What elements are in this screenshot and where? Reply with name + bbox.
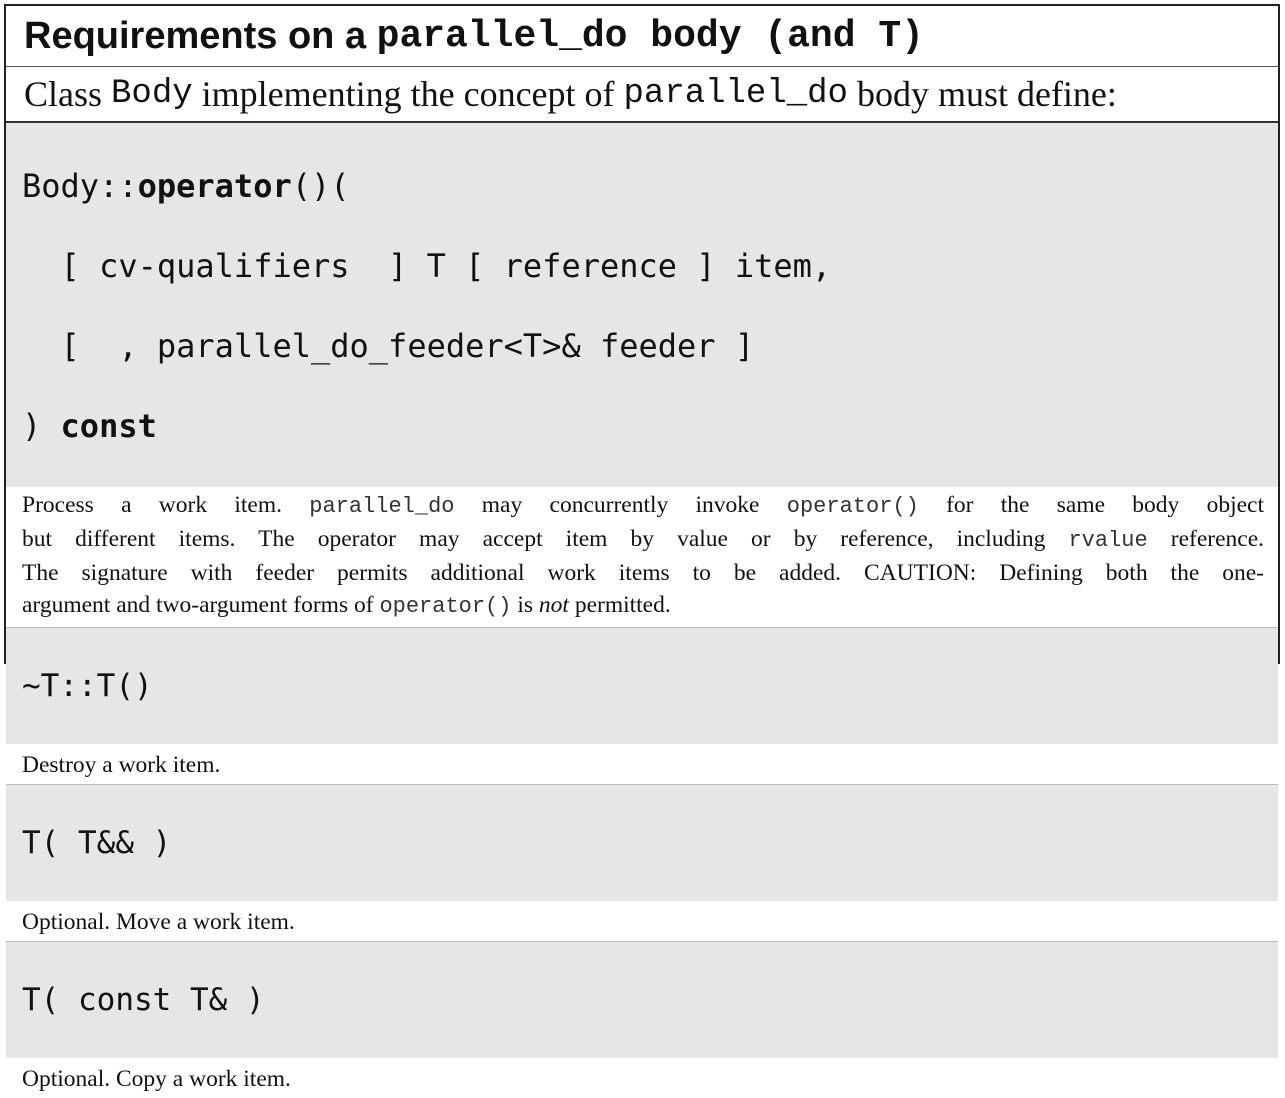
intro-code-parallel-do: parallel_do [623,75,848,113]
desc-text: may concurrently invoke [454,492,787,518]
desc-emphasis: not [538,592,569,618]
desc-text: is [511,592,539,618]
move-ctor-signature: T( T&& ) [6,785,1278,901]
desc-text: for the same body object [918,492,1264,518]
operator-description-line-1: Process a work item. parallel_do may con… [22,489,1264,523]
desc-text: reference. [1147,526,1265,552]
destructor-description: Destroy a work item. [6,744,1278,785]
desc-code: operator() [786,494,919,519]
sig-keyword-operator: operator [137,167,292,205]
copy-ctor-description: Optional. Copy a work item. [22,1066,291,1092]
copy-ctor-signature-text: T( const T& ) [22,982,265,1018]
operator-signature-line-4: ) const [22,405,1278,447]
operator-description: Process a work item. parallel_do may con… [6,487,1278,628]
move-ctor-description: Optional. Move a work item. [6,901,1278,942]
desc-text: permitted. [568,592,671,618]
requirements-table: Requirements on a parallel_do body (and … [4,4,1280,1092]
desc-code: operator() [379,594,512,619]
sig-close: ) [22,407,61,445]
intro-text-1: Class [24,74,112,114]
desc-code: parallel_do [309,494,455,519]
destructor-signature: ~T::T() [6,628,1278,744]
operator-signature-line-1: Body::operator()( [22,165,1278,207]
operator-description-line-3: The signature with feeder permits additi… [22,560,1264,586]
intro-text-2: implementing the concept of [192,74,624,114]
desc-code: rvalue [1068,528,1148,553]
operator-signature-line-2: [ cv-qualifiers ] T [ reference ] item, [22,247,832,285]
sig-prefix: Body:: [22,167,138,205]
table-title: Requirements on a parallel_do body (and … [6,6,1278,66]
operator-description-line-4: argument and two-argument forms of opera… [22,589,1264,623]
operator-signature-line-3: [ , parallel_do_feeder<T>& feeder ] [22,327,755,365]
desc-text: argument and two-argument forms of [22,592,380,618]
table-intro: Class Body implementing the concept of p… [6,66,1278,123]
title-suffix: (and T) [741,14,924,58]
sig-keyword-const: const [60,407,157,445]
destructor-signature-text: ~T::T() [22,668,153,704]
title-code: parallel_do body [376,14,742,58]
title-prefix: Requirements on a [24,14,377,57]
sig-parens: ()( [291,167,350,205]
desc-text: Process a work item. [22,492,310,518]
operator-description-line-2: but different items. The operator may ac… [22,523,1264,557]
intro-text-3: body must define: [847,74,1117,114]
move-ctor-signature-text: T( T&& ) [22,825,172,861]
operator-signature: Body::operator()( [ cv-qualifiers ] T [ … [6,123,1278,487]
intro-code-body: Body [111,75,193,113]
desc-text: but different items. The operator may ac… [22,526,1069,552]
copy-ctor-signature: T( const T& ) [6,942,1278,1058]
